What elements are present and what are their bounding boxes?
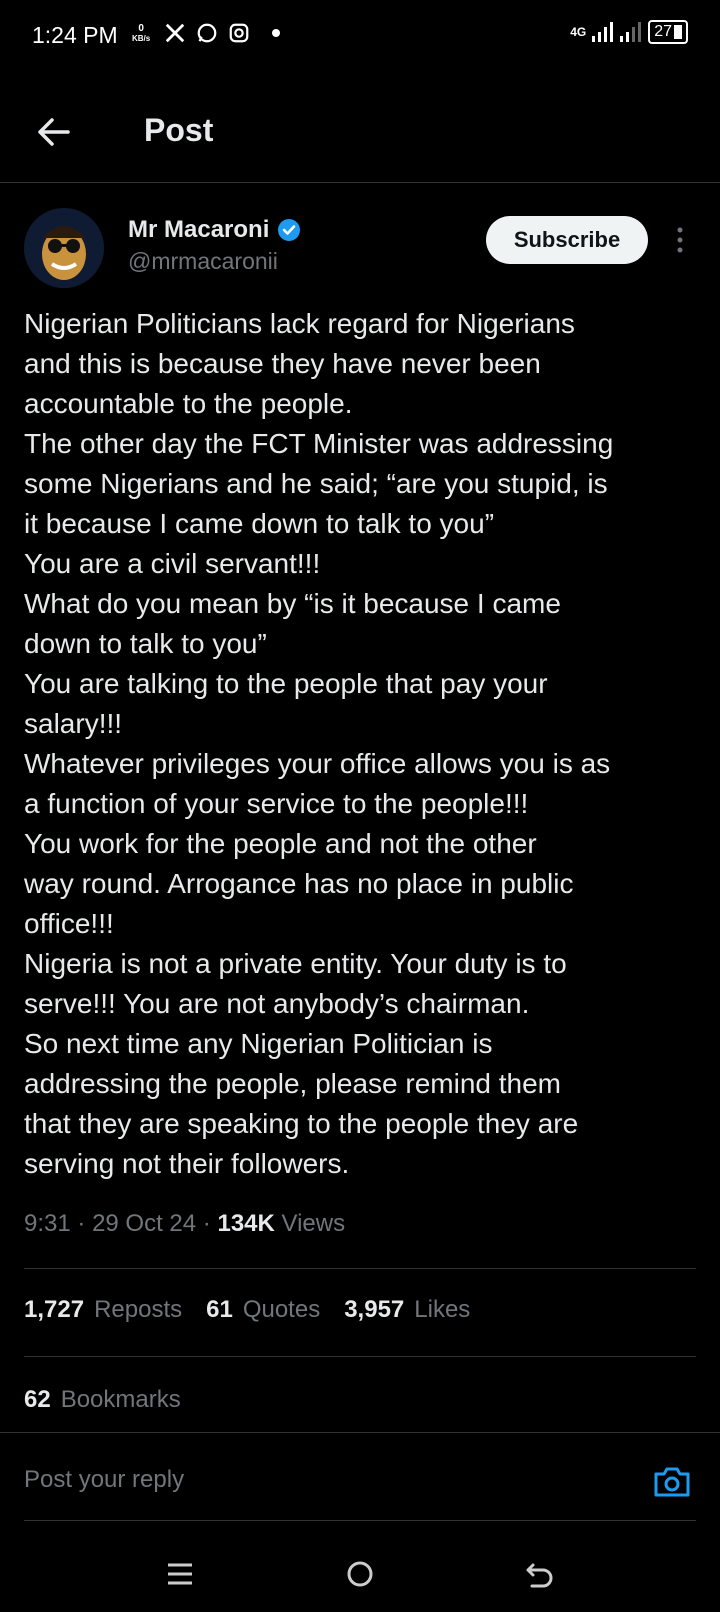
- instagram-icon: [229, 23, 249, 43]
- avatar[interactable]: [24, 208, 104, 288]
- system-indicators: 4G 27: [570, 20, 688, 44]
- top-header: Post: [0, 72, 720, 183]
- home-nav-icon[interactable]: [340, 1554, 380, 1594]
- post-text: Nigerian Politicians lack regard for Nig…: [24, 308, 614, 1179]
- menu-nav-icon[interactable]: [160, 1554, 200, 1594]
- back-nav-icon[interactable]: [520, 1554, 560, 1594]
- signal-icon: [592, 22, 614, 42]
- signal-2-icon: [620, 22, 642, 42]
- system-navigation-bar: [0, 1540, 720, 1612]
- reply-input[interactable]: Post your reply: [24, 1466, 184, 1494]
- subscribe-button[interactable]: Subscribe: [486, 216, 648, 264]
- engagement-stats: 1,727 Reposts 61 Quotes 3,957 Likes: [24, 1296, 470, 1324]
- status-time: 1:24 PM: [32, 22, 118, 48]
- divider: [0, 1432, 720, 1433]
- views-count: 134K: [217, 1210, 275, 1237]
- notification-icons: [164, 22, 250, 44]
- divider: [24, 1268, 696, 1269]
- status-bar: 1:24 PM 0 KB/s 4G 27: [0, 0, 720, 72]
- views-label: Views: [281, 1210, 346, 1237]
- avatar-image: [24, 208, 104, 288]
- bookmarks-stat[interactable]: 62 Bookmarks: [24, 1386, 181, 1414]
- author-name-row[interactable]: Mr Macaroni: [128, 216, 301, 244]
- post-date: 29 Oct 24: [92, 1210, 197, 1237]
- reposts-stat[interactable]: 1,727 Reposts: [24, 1296, 182, 1324]
- camera-icon[interactable]: [652, 1462, 692, 1502]
- more-options-icon[interactable]: [672, 224, 688, 256]
- post-time: 9:31: [24, 1210, 71, 1237]
- likes-stat[interactable]: 3,957 Likes: [344, 1296, 470, 1324]
- battery-icon: 27: [648, 20, 688, 44]
- network-type: 4G: [570, 25, 587, 39]
- quotes-stat[interactable]: 61 Quotes: [206, 1296, 320, 1324]
- x-icon: [165, 23, 185, 43]
- author-name[interactable]: Mr Macaroni: [128, 216, 269, 244]
- back-arrow-icon[interactable]: [34, 112, 74, 152]
- network-speed: 0 KB/s: [132, 23, 151, 44]
- whatsapp-icon: [197, 23, 217, 43]
- divider: [24, 1356, 696, 1357]
- author-handle[interactable]: @mrmacaronii: [128, 248, 278, 275]
- divider: [24, 1520, 696, 1521]
- page-title: Post: [144, 112, 214, 148]
- verified-badge-icon: [278, 219, 301, 241]
- post-meta: 9:31 · 29 Oct 24 · 134K Views: [24, 1210, 346, 1237]
- notification-dot-icon: [272, 29, 280, 37]
